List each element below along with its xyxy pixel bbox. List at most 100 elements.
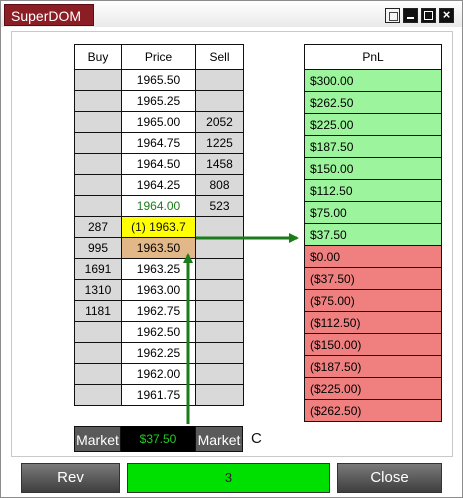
- buy-cell[interactable]: [74, 342, 122, 364]
- ladder-row: 1965.25: [74, 90, 244, 112]
- price-cell[interactable]: 1964.75: [121, 132, 196, 154]
- ladder-row: 1310 1963.00: [74, 279, 244, 301]
- price-cell[interactable]: 1964.50: [121, 153, 196, 175]
- buy-column-header: Buy: [74, 44, 122, 70]
- quantity-field[interactable]: 3: [127, 463, 330, 493]
- pnl-cell: $112.50: [304, 179, 442, 202]
- sell-cell[interactable]: 523: [195, 195, 244, 217]
- price-cell[interactable]: 1963.25: [121, 258, 196, 280]
- sell-cell[interactable]: [195, 342, 244, 364]
- ladder-row: 1965.00 2052: [74, 111, 244, 133]
- sell-column-header: Sell: [195, 44, 244, 70]
- price-cell[interactable]: 1962.00: [121, 363, 196, 385]
- sell-cell[interactable]: [195, 321, 244, 343]
- buy-cell[interactable]: [74, 321, 122, 343]
- pnl-cell: $75.00: [304, 201, 442, 224]
- pnl-cell: ($112.50): [304, 311, 442, 334]
- buy-cell[interactable]: [74, 384, 122, 406]
- price-cell[interactable]: (1) 1963.7: [121, 216, 196, 238]
- close-position-button[interactable]: Close: [337, 463, 442, 493]
- buy-cell[interactable]: 1310: [74, 279, 122, 301]
- price-cell[interactable]: 1962.50: [121, 321, 196, 343]
- rev-button[interactable]: Rev: [21, 463, 120, 493]
- price-cell[interactable]: 1965.25: [121, 90, 196, 112]
- pnl-row: $0.00: [304, 245, 442, 268]
- pnl-row: ($37.50): [304, 267, 442, 290]
- sell-cell[interactable]: 2052: [195, 111, 244, 133]
- maximize-icon[interactable]: [421, 8, 436, 23]
- pnl-cell: $0.00: [304, 245, 442, 268]
- pnl-row: ($187.50): [304, 355, 442, 378]
- ladder-row: 1962.25: [74, 342, 244, 364]
- sell-cell[interactable]: 1225: [195, 132, 244, 154]
- close-icon[interactable]: ×: [439, 8, 454, 23]
- pnl-row: ($225.00): [304, 377, 442, 400]
- buy-cell[interactable]: 1691: [74, 258, 122, 280]
- buy-cell[interactable]: [74, 90, 122, 112]
- sell-cell[interactable]: 808: [195, 174, 244, 196]
- title-bar[interactable]: SuperDOM ×: [1, 1, 462, 27]
- ladder-row: 1961.75: [74, 384, 244, 406]
- sell-cell[interactable]: [195, 384, 244, 406]
- pnl-cell: ($150.00): [304, 333, 442, 356]
- buy-cell[interactable]: 287: [74, 216, 122, 238]
- ladder-row: 1965.50: [74, 69, 244, 91]
- buy-market-button[interactable]: Market: [74, 426, 121, 452]
- ladder-row: 1964.25 808: [74, 174, 244, 196]
- pnl-row: ($262.50): [304, 399, 442, 422]
- pnl-cell: $37.50: [304, 223, 442, 246]
- price-cell[interactable]: 1961.75: [121, 384, 196, 406]
- pnl-cell: ($187.50): [304, 355, 442, 378]
- sell-cell[interactable]: [195, 216, 244, 238]
- position-pnl: $37.50: [121, 426, 195, 452]
- price-cell[interactable]: 1964.25: [121, 174, 196, 196]
- sell-cell[interactable]: [195, 90, 244, 112]
- price-cell[interactable]: 1962.25: [121, 342, 196, 364]
- ladder-row: 1962.50: [74, 321, 244, 343]
- buy-cell[interactable]: [74, 111, 122, 133]
- restore-icon[interactable]: [385, 8, 400, 23]
- sell-cell[interactable]: 1458: [195, 153, 244, 175]
- price-cell[interactable]: 1962.75: [121, 300, 196, 322]
- buy-cell[interactable]: [74, 174, 122, 196]
- sell-cell[interactable]: [195, 258, 244, 280]
- sell-cell[interactable]: [195, 69, 244, 91]
- pnl-column-header: PnL: [304, 44, 442, 70]
- pnl-cell: $262.50: [304, 91, 442, 114]
- pnl-cell: ($225.00): [304, 377, 442, 400]
- sell-market-button[interactable]: Market: [195, 426, 243, 452]
- price-cell[interactable]: 1963.50: [121, 237, 196, 259]
- price-cell[interactable]: 1965.00: [121, 111, 196, 133]
- sell-cell[interactable]: [195, 300, 244, 322]
- price-cell[interactable]: 1964.00: [121, 195, 196, 217]
- price-column-header: Price: [121, 44, 196, 70]
- pnl-row: ($75.00): [304, 289, 442, 312]
- pnl-cell: ($75.00): [304, 289, 442, 312]
- price-cell[interactable]: 1965.50: [121, 69, 196, 91]
- pnl-row: $225.00: [304, 113, 442, 136]
- pnl-row: $112.50: [304, 179, 442, 202]
- buy-cell[interactable]: [74, 195, 122, 217]
- pnl-row: $150.00: [304, 157, 442, 180]
- ladder-row: 1964.00 523: [74, 195, 244, 217]
- sell-cell[interactable]: [195, 363, 244, 385]
- buy-cell[interactable]: 1181: [74, 300, 122, 322]
- ladder-row: 995 1963.50: [74, 237, 244, 259]
- pnl-row: $300.00: [304, 69, 442, 92]
- minimize-icon[interactable]: [403, 8, 418, 23]
- buy-cell[interactable]: [74, 153, 122, 175]
- buy-cell[interactable]: [74, 69, 122, 91]
- pnl-table: PnL $300.00 $262.50 $225.00 $187.50 $150.00 $…: [304, 44, 442, 422]
- buy-cell[interactable]: [74, 363, 122, 385]
- pnl-row: $75.00: [304, 201, 442, 224]
- pnl-cell: $187.50: [304, 135, 442, 158]
- sell-cell[interactable]: [195, 237, 244, 259]
- sell-cell[interactable]: [195, 279, 244, 301]
- ladder-row: 1964.75 1225: [74, 132, 244, 154]
- pnl-row: $37.50: [304, 223, 442, 246]
- ladder-row: 1181 1962.75: [74, 300, 244, 322]
- buy-cell[interactable]: [74, 132, 122, 154]
- price-cell[interactable]: 1963.00: [121, 279, 196, 301]
- buy-cell[interactable]: 995: [74, 237, 122, 259]
- price-ladder: Buy Price Sell 1965.50 1965.25 1965.00 2052…: [74, 44, 244, 406]
